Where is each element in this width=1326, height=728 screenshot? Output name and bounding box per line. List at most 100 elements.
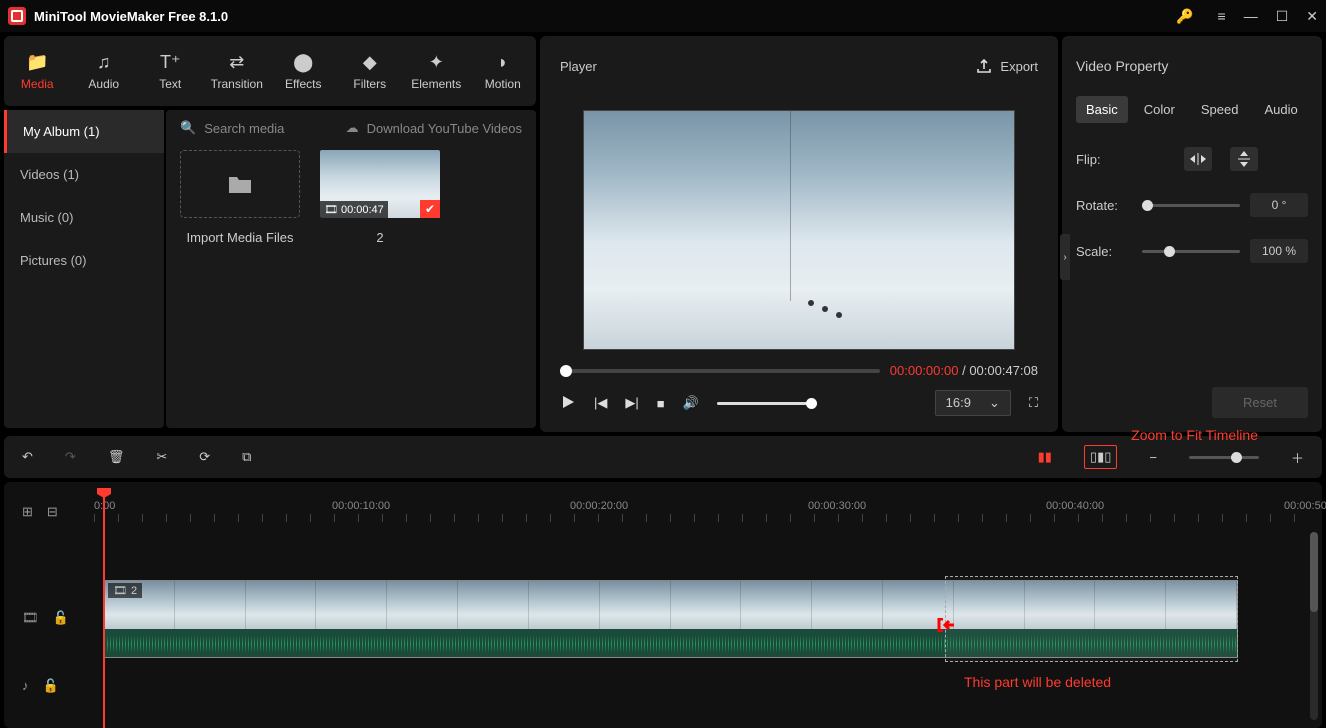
remove-track-button[interactable]: ⊟: [47, 504, 58, 520]
annotation-delete: This part will be deleted: [964, 674, 1111, 690]
tab-media[interactable]: 📁Media: [4, 46, 71, 97]
tab-transition-label: Transition: [211, 77, 263, 91]
preview-frame: [583, 110, 1015, 350]
proptab-speed[interactable]: Speed: [1191, 96, 1249, 123]
tab-elements[interactable]: ✦Elements: [403, 46, 470, 97]
scrub-bar[interactable]: [560, 369, 880, 373]
time-sep: /: [958, 363, 969, 378]
ruler-tick: 00:00:10:00: [332, 500, 390, 512]
clip-added-check-icon: ✔: [420, 200, 440, 218]
import-media-label: Import Media Files: [180, 230, 300, 245]
folder-icon: [227, 173, 253, 195]
play-button[interactable]: [560, 394, 576, 413]
volume-icon[interactable]: 🔊: [683, 395, 699, 411]
flip-vertical-button[interactable]: [1230, 147, 1258, 171]
search-input[interactable]: Search media: [204, 121, 337, 136]
zoom-out-button[interactable]: −: [1149, 450, 1157, 465]
folder-icon: 📁: [4, 52, 71, 73]
media-clip-tile[interactable]: 🎞00:00:47 ✔ 2: [320, 150, 440, 245]
clip-duration: 00:00:47: [341, 204, 384, 216]
license-key-icon[interactable]: 🔑: [1176, 8, 1193, 25]
ruler-tick: 00:00:50: [1284, 500, 1326, 512]
close-button[interactable]: ✕: [1306, 8, 1318, 25]
app-title: MiniTool MovieMaker Free 8.1.0: [34, 9, 1176, 24]
tab-effects-label: Effects: [285, 77, 321, 91]
sidebar-item-myalbum[interactable]: My Album (1): [4, 110, 164, 153]
volume-slider[interactable]: [717, 402, 817, 405]
tab-text-label: Text: [159, 77, 181, 91]
proptab-audio[interactable]: Audio: [1254, 96, 1307, 123]
aspect-ratio-select[interactable]: 16:9 ⌄: [935, 390, 1011, 416]
minimize-button[interactable]: —: [1244, 8, 1258, 24]
video-property-panel: › Video Property Basic Color Speed Audio…: [1062, 36, 1322, 432]
download-youtube-link[interactable]: Download YouTube Videos: [367, 121, 522, 136]
zoom-in-button[interactable]: ＋: [1291, 448, 1304, 467]
preview-area[interactable]: [540, 96, 1058, 363]
tab-effects[interactable]: ⬤Effects: [270, 46, 337, 97]
undo-button[interactable]: ↶: [22, 449, 33, 465]
sidebar-item-music[interactable]: Music (0): [4, 196, 164, 239]
film-icon: 🎞: [324, 203, 338, 216]
fullscreen-button[interactable]: ⛶: [1029, 395, 1038, 411]
video-track-lock-icon[interactable]: 🔓: [53, 610, 69, 626]
sparkle-icon: ✦: [403, 52, 470, 73]
timeline-scrollbar[interactable]: [1310, 532, 1318, 720]
timeline: ⊞⊟ 🎞🔓 ♪🔓 0:00 00:00:10:00 00:00:20:00 00…: [4, 482, 1322, 728]
video-track[interactable]: 🎞2: [103, 580, 1304, 658]
zoom-slider[interactable]: [1189, 456, 1259, 459]
delete-button[interactable]: 🗑: [108, 449, 125, 465]
video-track-icon: 🎞: [22, 610, 39, 626]
tab-transition[interactable]: ⇄ Transition: [204, 46, 271, 97]
timeline-toolbar: ↶ ↷ 🗑 ✂ ⟳ ⧉ ▮▮ ▯▮▯ − ＋: [4, 436, 1322, 478]
media-panel: 🔍 Search media ☁ Download YouTube Videos…: [166, 110, 536, 428]
add-track-button[interactable]: ⊞: [22, 504, 33, 520]
music-note-icon: ♫: [71, 52, 138, 73]
prev-frame-button[interactable]: |◀: [594, 395, 607, 411]
zoom-to-fit-button[interactable]: ▯▮▯: [1084, 445, 1117, 469]
trim-selection[interactable]: [945, 576, 1238, 662]
next-frame-button[interactable]: ▶|: [625, 395, 638, 411]
maximize-button[interactable]: ☐: [1276, 8, 1289, 25]
sidebar-item-videos[interactable]: Videos (1): [4, 153, 164, 196]
transition-icon: ⇄: [204, 52, 271, 73]
audio-track-lock-icon[interactable]: 🔓: [43, 678, 59, 694]
tab-filters[interactable]: ◆Filters: [337, 46, 404, 97]
reset-button[interactable]: Reset: [1212, 387, 1308, 418]
scale-value[interactable]: 100 %: [1250, 239, 1308, 263]
timeline-mode-icon[interactable]: ▮▮: [1038, 449, 1052, 465]
aspect-ratio-value: 16:9: [946, 395, 971, 411]
proptab-basic[interactable]: Basic: [1076, 96, 1128, 123]
time-ruler[interactable]: 0:00 00:00:10:00 00:00:20:00 00:00:30:00…: [94, 482, 1312, 522]
motion-icon: ◗: [470, 52, 537, 73]
redo-button[interactable]: ↷: [65, 449, 76, 465]
playhead[interactable]: [103, 490, 105, 728]
tab-motion[interactable]: ◗Motion: [470, 46, 537, 97]
tab-audio[interactable]: ♫Audio: [71, 46, 138, 97]
proptab-color[interactable]: Color: [1134, 96, 1185, 123]
clip-usage-count: 2: [320, 230, 440, 245]
split-button[interactable]: ✂: [156, 449, 167, 465]
rotate-slider[interactable]: [1142, 204, 1240, 207]
speed-button[interactable]: ⟳: [199, 449, 210, 465]
export-button[interactable]: Export: [976, 58, 1038, 74]
tab-text[interactable]: T⁺Text: [137, 46, 204, 97]
cloud-download-icon: ☁: [346, 120, 359, 136]
scale-label: Scale:: [1076, 244, 1132, 259]
stop-button[interactable]: ■: [657, 396, 665, 411]
media-sidebar: My Album (1) Videos (1) Music (0) Pictur…: [4, 110, 164, 428]
clip-thumbnail[interactable]: 🎞00:00:47 ✔: [320, 150, 440, 218]
chevron-down-icon: ⌄: [989, 395, 1000, 411]
annotation-zoom-fit: Zoom to Fit Timeline: [1131, 427, 1258, 443]
import-media-tile[interactable]: Import Media Files: [180, 150, 300, 245]
crop-button[interactable]: ⧉: [242, 449, 251, 465]
scale-slider[interactable]: [1142, 250, 1240, 253]
hamburger-menu-icon[interactable]: ≡: [1218, 8, 1226, 24]
export-icon: [976, 58, 992, 74]
rotate-value[interactable]: 0 °: [1250, 193, 1308, 217]
filters-icon: ◆: [337, 52, 404, 73]
app-logo: [8, 7, 26, 25]
flip-horizontal-button[interactable]: [1184, 147, 1212, 171]
panel-expand-handle[interactable]: ›: [1060, 234, 1070, 280]
time-current: 00:00:00:00: [890, 363, 959, 378]
sidebar-item-pictures[interactable]: Pictures (0): [4, 239, 164, 282]
